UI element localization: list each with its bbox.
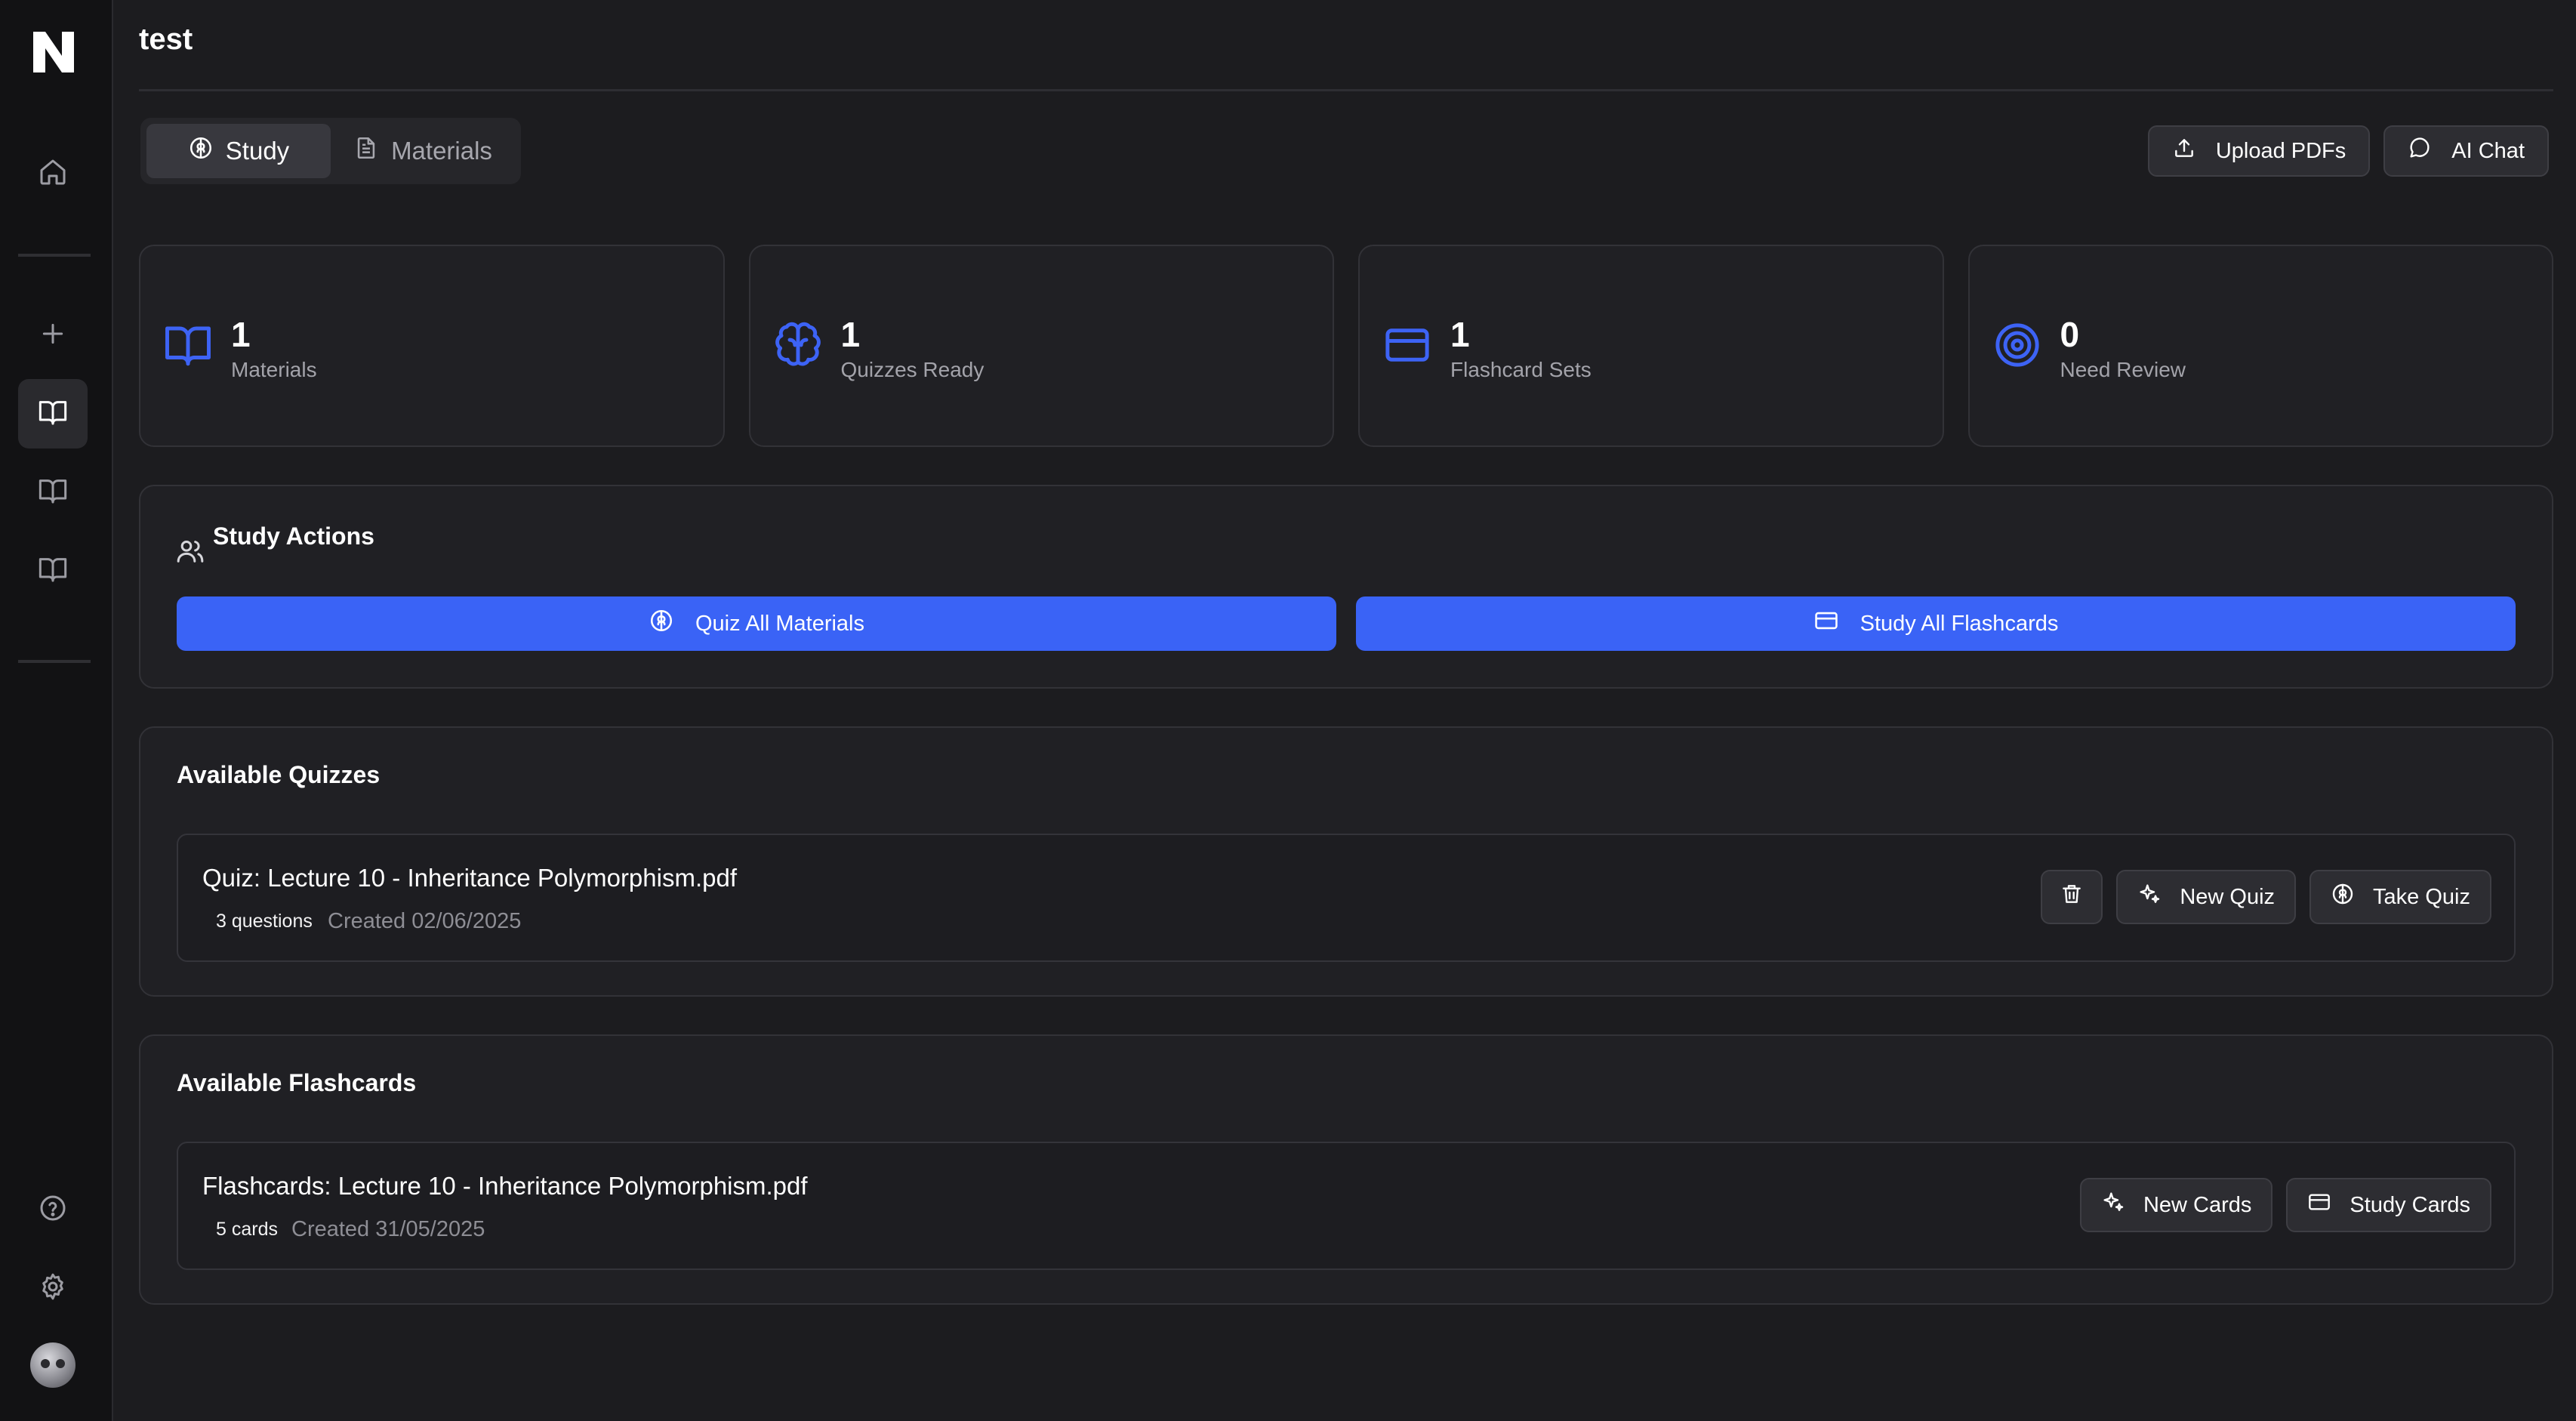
available-flashcards-panel: Available Flashcards Flashcards: Lecture… <box>139 1034 2553 1305</box>
stat-card-materials: 1 Materials <box>139 245 725 447</box>
gear-icon <box>38 1272 68 1305</box>
header-actions: Upload PDFs AI Chat <box>2147 125 2549 177</box>
stat-card-flashcards: 1 Flashcard Sets <box>1358 245 1944 447</box>
stat-value: 1 <box>840 315 861 354</box>
avatar[interactable] <box>30 1342 75 1388</box>
title-divider <box>139 89 2553 91</box>
sidebar-item-notebook[interactable] <box>18 536 88 606</box>
sparkles-icon <box>2101 1190 2125 1220</box>
quiz-list-item: Quiz: Lecture 10 - Inheritance Polymorph… <box>177 834 2516 962</box>
available-quizzes-panel: Available Quizzes Quiz: Lecture 10 - Inh… <box>139 726 2553 997</box>
sidebar-item-notebook-active[interactable] <box>18 379 88 448</box>
study-cards-label: Study Cards <box>2350 1192 2470 1217</box>
brain-icon <box>649 608 674 640</box>
take-quiz-label: Take Quiz <box>2373 884 2470 909</box>
flashcard-count: 5 cards <box>216 1219 278 1240</box>
stat-value: 1 <box>1450 315 1470 354</box>
ai-chat-label: AI Chat <box>2451 138 2525 163</box>
credit-card-icon <box>2307 1190 2331 1220</box>
new-quiz-label: New Quiz <box>2180 884 2276 909</box>
flashcard-set-title: Flashcards: Lecture 10 - Inheritance Pol… <box>202 1172 808 1200</box>
study-all-flashcards-button[interactable]: Study All Flashcards <box>1356 596 2516 651</box>
sidebar-divider <box>18 660 91 663</box>
quiz-created-date: Created 02/06/2025 <box>328 909 522 933</box>
message-circle-icon <box>2408 136 2432 166</box>
study-actions-title: Study Actions <box>213 522 374 550</box>
flashcard-actions: New Cards Study Cards <box>2079 1178 2491 1232</box>
available-quizzes-title: Available Quizzes <box>177 761 381 788</box>
study-actions-panel: Study Actions Quiz All Materials Study A… <box>139 485 2553 689</box>
upload-pdfs-button[interactable]: Upload PDFs <box>2147 125 2371 177</box>
brain-icon <box>2331 882 2355 912</box>
new-cards-button[interactable]: New Cards <box>2079 1178 2273 1232</box>
app-root: test Study Materials Upload PDFs AI Chat… <box>0 0 2576 1421</box>
stat-value: 1 <box>231 315 251 354</box>
quiz-actions: New Quiz Take Quiz <box>2041 870 2491 924</box>
trash-icon <box>2060 882 2084 912</box>
brain-icon <box>188 135 214 167</box>
main-content: test Study Materials Upload PDFs AI Chat… <box>113 0 2576 1421</box>
sparkles-icon <box>2137 882 2162 912</box>
stats-row: 1 Materials 1 Quizzes Ready 1 Flashcard … <box>139 245 2553 447</box>
book-open-icon <box>38 397 68 431</box>
quiz-all-materials-label: Quiz All Materials <box>695 611 864 636</box>
study-all-flashcards-label: Study All Flashcards <box>1860 611 2059 636</box>
tab-study[interactable]: Study <box>146 124 331 178</box>
flashcard-created-date: Created 31/05/2025 <box>291 1217 485 1241</box>
new-cards-label: New Cards <box>2143 1192 2252 1217</box>
stat-label: Materials <box>231 358 317 381</box>
book-open-icon <box>38 476 68 510</box>
delete-quiz-button[interactable] <box>2041 870 2103 924</box>
stat-value: 0 <box>2060 315 2080 354</box>
sidebar-item-help[interactable] <box>18 1175 88 1244</box>
stat-label: Need Review <box>2060 358 2186 381</box>
home-icon <box>38 157 68 191</box>
quiz-title: Quiz: Lecture 10 - Inheritance Polymorph… <box>202 864 738 892</box>
plus-icon <box>38 319 68 353</box>
help-circle-icon <box>38 1193 68 1227</box>
tab-bar: Study Materials <box>140 118 521 184</box>
study-cards-button[interactable]: Study Cards <box>2286 1178 2491 1232</box>
sidebar-item-home[interactable] <box>18 139 88 208</box>
book-open-icon <box>38 554 68 588</box>
upload-pdfs-label: Upload PDFs <box>2215 138 2346 163</box>
tab-materials-label: Materials <box>391 137 492 165</box>
new-quiz-button[interactable]: New Quiz <box>2116 870 2297 924</box>
stat-card-need-review: 0 Need Review <box>1967 245 2553 447</box>
sidebar-item-notebook[interactable] <box>18 458 88 527</box>
stat-label: Flashcard Sets <box>1450 358 1592 381</box>
page-title: test <box>139 23 193 56</box>
credit-card-icon <box>1813 608 1839 640</box>
take-quiz-button[interactable]: Take Quiz <box>2309 870 2491 924</box>
sidebar <box>0 0 113 1421</box>
sidebar-divider <box>18 254 91 257</box>
users-icon <box>175 536 205 566</box>
tab-materials[interactable]: Materials <box>331 124 515 178</box>
upload-icon <box>2172 136 2196 166</box>
stat-label: Quizzes Ready <box>840 358 984 381</box>
sidebar-item-settings[interactable] <box>18 1253 88 1323</box>
file-text-icon <box>353 135 379 167</box>
app-logo[interactable] <box>30 29 77 76</box>
sidebar-item-add[interactable] <box>18 301 88 370</box>
tab-study-label: Study <box>225 137 290 165</box>
quiz-all-materials-button[interactable]: Quiz All Materials <box>177 596 1336 651</box>
ai-chat-button[interactable]: AI Chat <box>2383 125 2549 177</box>
stat-card-quizzes: 1 Quizzes Ready <box>748 245 1334 447</box>
quiz-question-count: 3 questions <box>216 911 313 932</box>
flashcard-list-item: Flashcards: Lecture 10 - Inheritance Pol… <box>177 1142 2516 1270</box>
available-flashcards-title: Available Flashcards <box>177 1069 417 1096</box>
